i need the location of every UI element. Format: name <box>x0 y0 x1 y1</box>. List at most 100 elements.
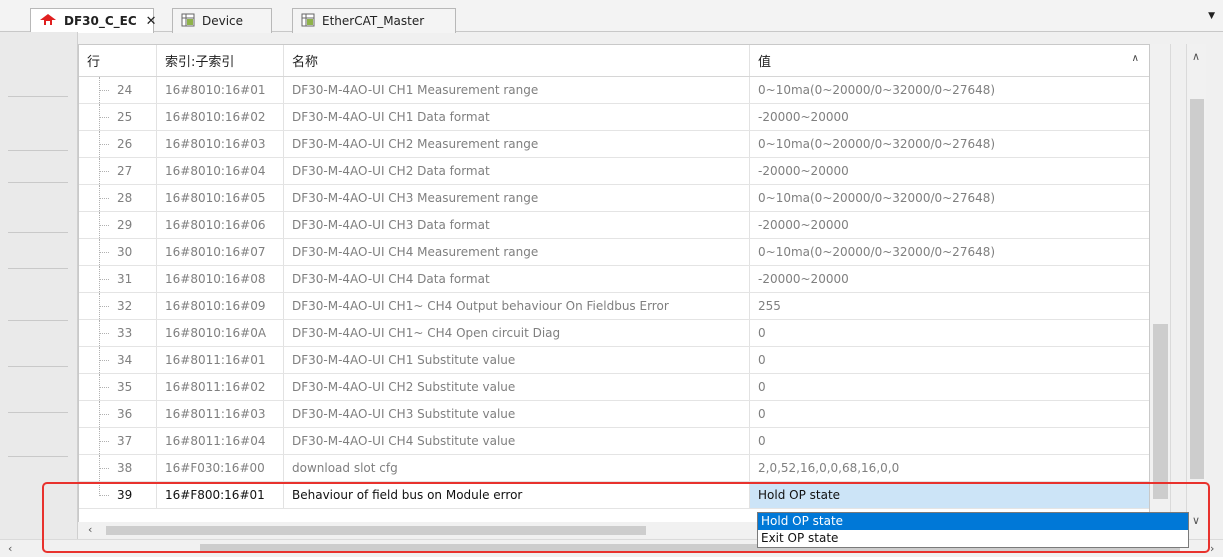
name-cell: DF30-M-4AO-UI CH3 Data format <box>284 212 750 238</box>
index-cell: 16#F030:16#00 <box>157 455 284 481</box>
row-number: 31 <box>117 272 133 286</box>
table-row[interactable]: 27 16#8010:16#04 DF30-M-4AO-UI CH2 Data fo… <box>79 158 1149 185</box>
table-header: 行 索引:子索引 名称 值 ∧ <box>79 45 1149 77</box>
row-number: 30 <box>117 245 133 259</box>
tab-df30-c-ec[interactable]: DF30_C_EC ✕ <box>30 8 157 33</box>
parameter-table: 行 索引:子索引 名称 值 ∧ 24 16#8010:16#01 DF30-M-4A… <box>78 44 1150 526</box>
row-number: 39 <box>117 488 133 502</box>
row-number: 32 <box>117 299 133 313</box>
scroll-right-icon[interactable]: › <box>1210 542 1214 555</box>
scroll-up-icon[interactable]: ∧ <box>1192 50 1200 63</box>
table-row[interactable]: 38 16#F030:16#00 download slot cfg 2,0,52,1… <box>79 455 1149 482</box>
index-cell: 16#8010:16#09 <box>157 293 284 319</box>
value-cell[interactable]: -20000~20000 <box>750 104 1149 130</box>
table-row[interactable]: 33 16#8010:16#0A DF30-M-4AO-UI CH1~ CH4 Op… <box>79 320 1149 347</box>
index-cell: 16#8010:16#06 <box>157 212 284 238</box>
row-number-cell: 38 <box>79 455 157 481</box>
table-row[interactable]: 39 16#F800:16#01 Behaviour of field bus on… <box>79 482 1149 509</box>
scroll-thumb[interactable] <box>106 526 646 535</box>
row-number: 26 <box>117 137 133 151</box>
value-cell[interactable]: -20000~20000 <box>750 158 1149 184</box>
name-cell: DF30-M-4AO-UI CH2 Substitute value <box>284 374 750 400</box>
value-cell[interactable]: 2,0,52,16,0,0,68,16,0,0 <box>750 455 1149 481</box>
table-row[interactable]: 36 16#8011:16#03 DF30-M-4AO-UI CH3 Substit… <box>79 401 1149 428</box>
table-row[interactable]: 30 16#8010:16#07 DF30-M-4AO-UI CH4 Measure… <box>79 239 1149 266</box>
table-row[interactable]: 29 16#8010:16#06 DF30-M-4AO-UI CH3 Data fo… <box>79 212 1149 239</box>
grid-doc-icon <box>181 13 195 30</box>
scroll-left-icon[interactable]: ‹ <box>88 523 92 536</box>
name-cell: DF30-M-4AO-UI CH1 Data format <box>284 104 750 130</box>
tab-label: DF30_C_EC <box>64 14 137 28</box>
name-cell: DF30-M-4AO-UI CH4 Data format <box>284 266 750 292</box>
table-row[interactable]: 28 16#8010:16#05 DF30-M-4AO-UI CH3 Measure… <box>79 185 1149 212</box>
tab-ethercat-master[interactable]: EtherCAT_Master <box>292 8 456 33</box>
value-cell[interactable]: -20000~20000 <box>750 212 1149 238</box>
name-cell: DF30-M-4AO-UI CH3 Substitute value <box>284 401 750 427</box>
grid-doc-icon <box>301 13 315 30</box>
table-row[interactable]: 31 16#8010:16#08 DF30-M-4AO-UI CH4 Data fo… <box>79 266 1149 293</box>
index-cell: 16#8011:16#01 <box>157 347 284 373</box>
dropdown-option-exit-op-state[interactable]: Exit OP state <box>758 530 1188 547</box>
value-cell[interactable]: 0 <box>750 320 1149 346</box>
table-row[interactable]: 35 16#8011:16#02 DF30-M-4AO-UI CH2 Substit… <box>79 374 1149 401</box>
device-red-icon <box>39 13 57 29</box>
index-cell: 16#8011:16#04 <box>157 428 284 454</box>
page-vertical-scrollbar[interactable]: ∧ ∨ <box>1186 44 1206 539</box>
value-cell[interactable]: 255 <box>750 293 1149 319</box>
tab-list-dropdown-icon[interactable]: ▼ <box>1208 11 1215 21</box>
value-cell[interactable]: 0~10ma(0~20000/0~32000/0~27648) <box>750 131 1149 157</box>
table-row[interactable]: 32 16#8010:16#09 DF30-M-4AO-UI CH1~ CH4 Ou… <box>79 293 1149 320</box>
scroll-thumb[interactable] <box>1190 99 1204 479</box>
row-number-cell: 28 <box>79 185 157 211</box>
tab-device[interactable]: Device <box>172 8 272 33</box>
value-cell[interactable]: 0~10ma(0~20000/0~32000/0~27648) <box>750 77 1149 103</box>
table-row[interactable]: 26 16#8010:16#03 DF30-M-4AO-UI CH2 Measure… <box>79 131 1149 158</box>
editor-tab-bar: DF30_C_EC ✕ Device EtherCAT_Master ▼ <box>0 0 1223 33</box>
table-row[interactable]: 24 16#8010:16#01 DF30-M-4AO-UI CH1 Measure… <box>79 77 1149 104</box>
name-cell: DF30-M-4AO-UI CH1 Substitute value <box>284 347 750 373</box>
name-cell: DF30-M-4AO-UI CH1~ CH4 Open circuit Diag <box>284 320 750 346</box>
name-cell: DF30-M-4AO-UI CH4 Measurement range <box>284 239 750 265</box>
value-cell[interactable]: 0~10ma(0~20000/0~32000/0~27648) <box>750 239 1149 265</box>
value-cell[interactable]: 0 <box>750 347 1149 373</box>
table-row[interactable]: 37 16#8011:16#04 DF30-M-4AO-UI CH4 Substit… <box>79 428 1149 455</box>
scroll-down-icon[interactable]: ∨ <box>1192 514 1200 527</box>
row-number: 33 <box>117 326 133 340</box>
value-cell[interactable]: 0 <box>750 374 1149 400</box>
header-row[interactable]: 行 <box>79 45 157 76</box>
row-number: 36 <box>117 407 133 421</box>
index-cell: 16#8010:16#04 <box>157 158 284 184</box>
table-row[interactable]: 34 16#8011:16#01 DF30-M-4AO-UI CH1 Substit… <box>79 347 1149 374</box>
value-cell[interactable]: 0 <box>750 428 1149 454</box>
table-vertical-scrollbar[interactable] <box>1150 44 1171 526</box>
row-number-cell: 34 <box>79 347 157 373</box>
row-number: 37 <box>117 434 133 448</box>
table-row[interactable]: 25 16#8010:16#02 DF30-M-4AO-UI CH1 Data fo… <box>79 104 1149 131</box>
header-value-label: 值 <box>758 55 772 70</box>
close-icon[interactable]: ✕ <box>146 14 157 29</box>
row-number: 28 <box>117 191 133 205</box>
index-cell: 16#8010:16#0A <box>157 320 284 346</box>
value-cell[interactable]: 0~10ma(0~20000/0~32000/0~27648) <box>750 185 1149 211</box>
row-number: 25 <box>117 110 133 124</box>
row-number: 27 <box>117 164 133 178</box>
row-number-cell: 35 <box>79 374 157 400</box>
name-cell: download slot cfg <box>284 455 750 481</box>
row-number-cell: 33 <box>79 320 157 346</box>
index-cell: 16#8010:16#08 <box>157 266 284 292</box>
value-dropdown-list[interactable]: Hold OP state Exit OP state <box>757 512 1189 548</box>
value-cell[interactable]: -20000~20000 <box>750 266 1149 292</box>
value-cell[interactable]: Hold OP state <box>750 482 1149 508</box>
row-number-cell: 25 <box>79 104 157 130</box>
header-name[interactable]: 名称 <box>284 45 750 76</box>
header-index[interactable]: 索引:子索引 <box>157 45 284 76</box>
index-cell: 16#8011:16#02 <box>157 374 284 400</box>
dropdown-option-hold-op-state[interactable]: Hold OP state <box>758 513 1188 530</box>
scroll-thumb[interactable] <box>1153 324 1168 499</box>
row-number-cell: 37 <box>79 428 157 454</box>
row-number-cell: 36 <box>79 401 157 427</box>
sort-up-icon[interactable]: ∧ <box>1132 53 1139 64</box>
value-cell[interactable]: 0 <box>750 401 1149 427</box>
header-value[interactable]: 值 ∧ <box>750 45 1149 76</box>
scroll-left-icon[interactable]: ‹ <box>8 542 12 555</box>
